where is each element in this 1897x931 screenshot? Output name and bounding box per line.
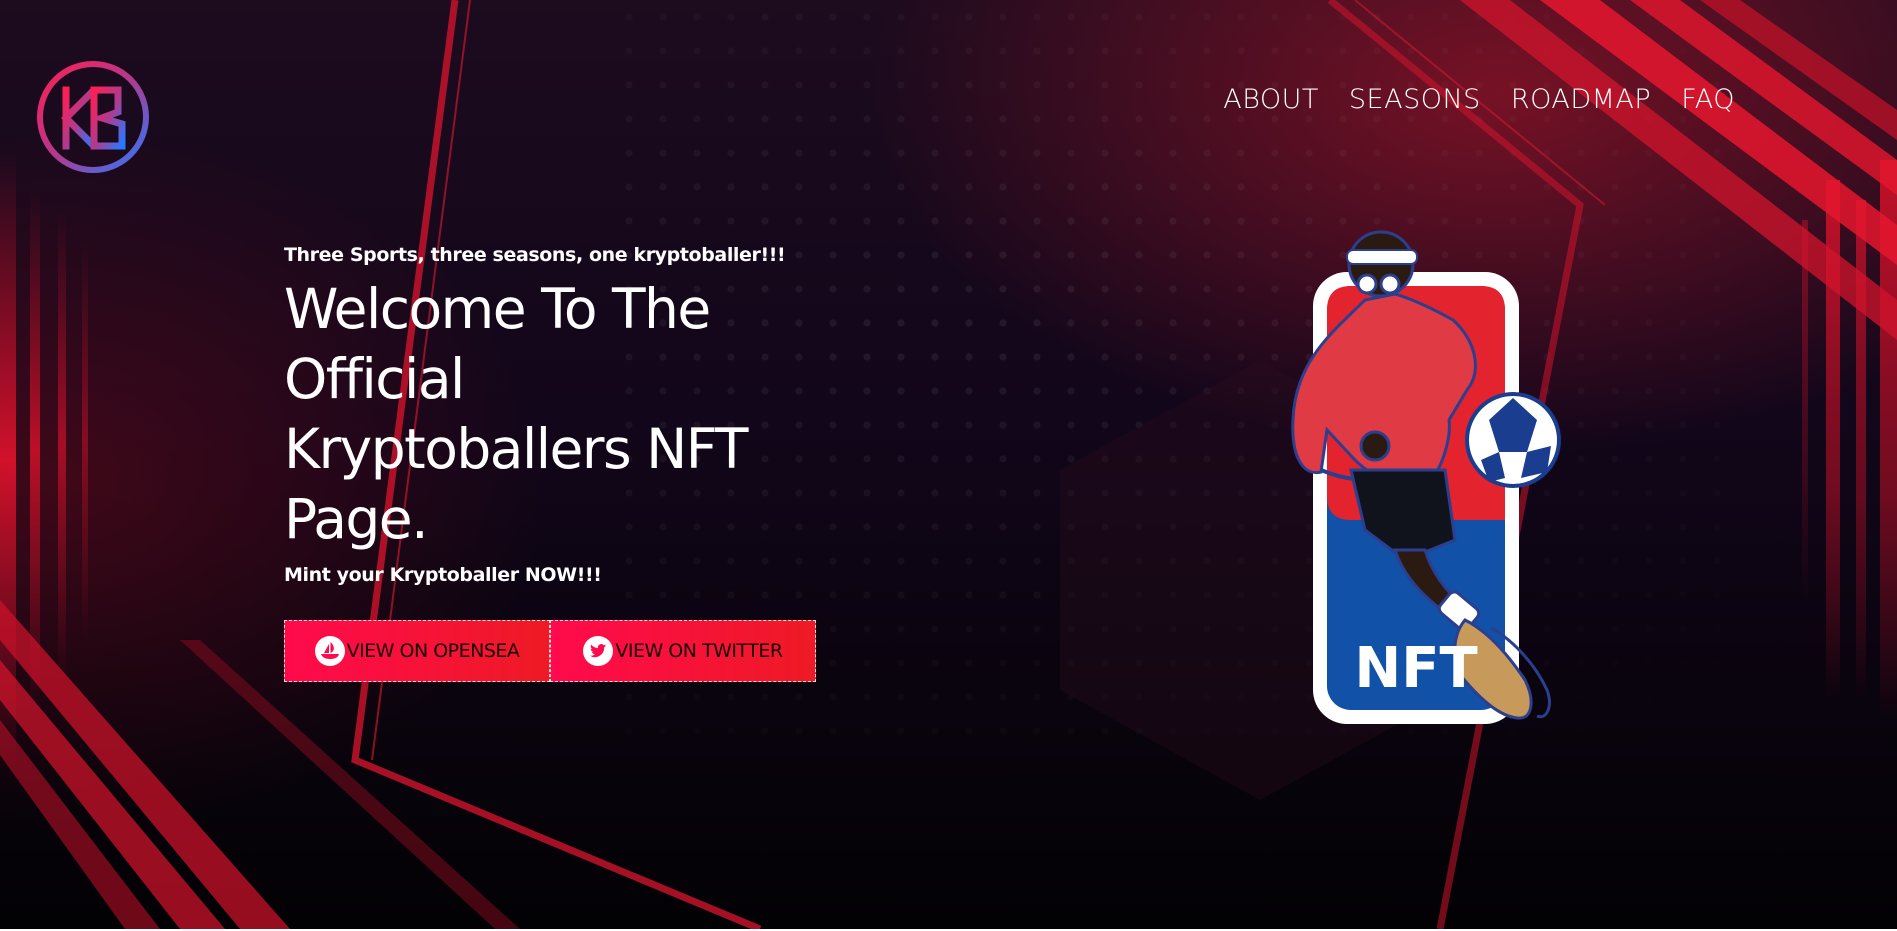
main-nav: ABOUT SEASONS ROADMAP FAQ (1223, 84, 1735, 115)
nav-link-seasons[interactable]: SEASONS (1349, 84, 1481, 115)
kryptoballer-illustration: NFT (1291, 230, 1561, 724)
twitter-icon (583, 636, 614, 666)
hero-headline: Welcome To The Official Kryptoballers NF… (284, 277, 749, 551)
view-on-twitter-button[interactable]: VIEW ON TWITTER (550, 620, 816, 682)
hero-tagline: Three Sports, three seasons, one kryptob… (284, 244, 786, 266)
nft-badge-text: NFT (1354, 636, 1477, 701)
kb-logo[interactable] (36, 60, 150, 174)
hero-content: Three Sports, three seasons, one kryptob… (284, 244, 844, 682)
hero-section: ABOUT SEASONS ROADMAP FAQ Three Sports, … (0, 0, 1897, 929)
nav-link-about[interactable]: ABOUT (1223, 84, 1319, 115)
kb-logo-icon (37, 61, 149, 173)
view-on-opensea-button[interactable]: VIEW ON OPENSEA (284, 620, 550, 682)
hero-subline: Mint your Kryptoballer NOW!!! (284, 564, 602, 586)
hero-buttons: VIEW ON OPENSEA VIEW ON TWITTER (284, 620, 844, 682)
view-on-twitter-label: VIEW ON TWITTER (615, 640, 783, 662)
opensea-icon (314, 636, 345, 666)
nav-link-faq[interactable]: FAQ (1681, 84, 1735, 115)
nav-link-roadmap[interactable]: ROADMAP (1511, 84, 1651, 115)
view-on-opensea-label: VIEW ON OPENSEA (346, 640, 520, 662)
